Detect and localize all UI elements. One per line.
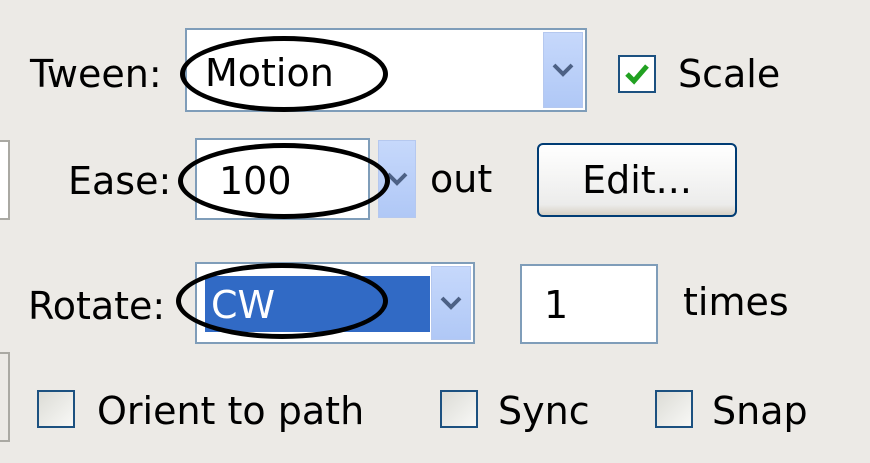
checkmark-icon <box>625 64 649 85</box>
scale-checkbox[interactable] <box>618 55 656 93</box>
rotate-label: Rotate: <box>28 284 166 328</box>
ease-label: Ease: <box>68 159 172 203</box>
sync-label: Sync <box>498 389 590 433</box>
tween-dropdown[interactable]: Motion <box>185 28 587 112</box>
rotate-dropdown[interactable]: CW <box>195 262 475 344</box>
snap-label: Snap <box>712 389 808 433</box>
chevron-down-icon <box>552 63 574 77</box>
partial-field-left <box>0 140 10 220</box>
tween-value: Motion <box>205 51 334 95</box>
rotate-times-label: times <box>683 280 789 324</box>
rotate-value: CW <box>211 283 276 327</box>
scale-label: Scale <box>678 52 781 96</box>
ease-slider-button[interactable] <box>378 140 416 218</box>
sync-checkbox[interactable] <box>440 390 478 428</box>
ease-suffix: out <box>430 157 493 201</box>
snap-checkbox[interactable] <box>655 390 693 428</box>
tween-dropdown-button[interactable] <box>543 32 583 108</box>
partial-field-left-lower <box>0 352 10 442</box>
rotate-times-field[interactable]: 1 <box>520 264 658 344</box>
properties-panel: Tween: Motion Scale Ease: 100 out Edit..… <box>0 0 870 463</box>
orient-to-path-label: Orient to path <box>97 389 365 433</box>
ease-field[interactable]: 100 <box>195 138 370 220</box>
edit-button[interactable]: Edit... <box>537 143 737 217</box>
chevron-down-icon <box>440 296 462 310</box>
rotate-dropdown-button[interactable] <box>431 266 471 340</box>
tween-label: Tween: <box>30 52 162 96</box>
ease-value: 100 <box>219 159 292 203</box>
rotate-times-value: 1 <box>544 283 569 327</box>
orient-to-path-checkbox[interactable] <box>37 390 75 428</box>
chevron-down-icon <box>386 172 408 186</box>
